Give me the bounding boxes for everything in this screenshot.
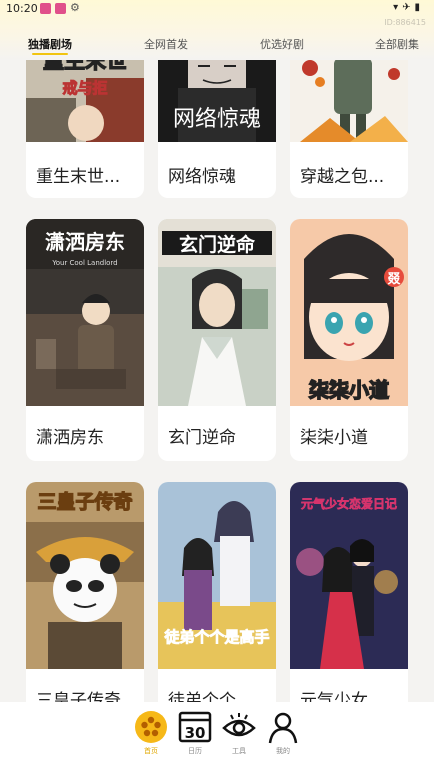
poster-badge: 叕 bbox=[387, 272, 400, 287]
drama-poster: 叕 柒柒小道 bbox=[290, 219, 408, 406]
drama-poster: 玄门逆命 bbox=[158, 219, 276, 406]
settings-icon: ⚙ bbox=[70, 1, 80, 14]
bottom-nav: 首页 30 日历 工具 我的 bbox=[0, 702, 434, 772]
nav-profile[interactable]: 我的 bbox=[259, 710, 307, 756]
drama-card[interactable]: 元气少女恋爱日记 元气少女... bbox=[290, 482, 408, 702]
poster-title: 三皇子传奇 bbox=[37, 490, 132, 513]
status-icons: ▾✈▮ bbox=[393, 2, 424, 13]
nav-tools-label: 工具 bbox=[232, 747, 246, 755]
drama-poster: 元气少女恋爱日记 bbox=[290, 482, 408, 669]
poster-title: 徒弟个个是高手 bbox=[163, 628, 269, 646]
poster-subtitle: 戒与拒 bbox=[62, 79, 107, 97]
drama-title: 元气少女... bbox=[300, 691, 385, 702]
drama-card[interactable]: 三皇子传奇 三皇子传奇 bbox=[26, 482, 144, 702]
poster-title: 潇洒房东 bbox=[45, 230, 125, 254]
drama-title: 玄门逆命 bbox=[168, 428, 236, 448]
tab-all-dramas[interactable]: 全部剧集 bbox=[375, 36, 419, 52]
status-time: 10:20 bbox=[6, 2, 38, 15]
tab-selected-dramas[interactable]: 优选好剧 bbox=[260, 36, 304, 52]
drama-card[interactable]: 潇洒房东 Your Cool Landlord 潇洒房东 bbox=[26, 219, 144, 461]
tab-exclusive-theater[interactable]: 独播剧场 bbox=[28, 36, 72, 55]
nav-calendar-label: 日历 bbox=[188, 747, 202, 755]
poster-subtitle: Your Cool Landlord bbox=[51, 259, 117, 267]
eye-icon bbox=[222, 713, 256, 737]
drama-title: 网络惊魂 bbox=[168, 167, 236, 187]
user-icon bbox=[268, 712, 298, 744]
nav-tools[interactable]: 工具 bbox=[215, 710, 263, 756]
calendar-day: 30 bbox=[185, 724, 206, 742]
drama-card[interactable]: 穿越之包... bbox=[290, 38, 408, 198]
drama-card[interactable]: 玄门逆命 玄门逆命 bbox=[158, 219, 276, 461]
drama-title: 柒柒小道 bbox=[300, 428, 368, 448]
category-tabs: 独播剧场 全网首发 优选好剧 全部剧集 bbox=[0, 36, 434, 55]
user-id-label: ID:886415 bbox=[384, 18, 426, 27]
drama-card[interactable]: 网络惊魂 网络惊魂 bbox=[158, 38, 276, 198]
drama-poster: 徒弟个个是高手 bbox=[158, 482, 276, 669]
drama-card[interactable]: 徒弟个个是高手 徒弟个个... bbox=[158, 482, 276, 702]
drama-poster: 三皇子传奇 bbox=[26, 482, 144, 669]
poster-title: 玄门逆命 bbox=[179, 233, 256, 256]
nav-home[interactable]: 首页 bbox=[127, 710, 175, 756]
tab-network-premiere[interactable]: 全网首发 bbox=[144, 36, 188, 52]
drama-title: 穿越之包... bbox=[300, 167, 385, 187]
status-bar: 10:20 ⚙ ▾✈▮ bbox=[0, 0, 434, 18]
home-flower-icon bbox=[135, 711, 167, 743]
drama-title: 潇洒房东 bbox=[36, 428, 104, 448]
calendar-icon: 30 bbox=[178, 711, 212, 743]
poster-title: 柒柒小道 bbox=[309, 378, 389, 402]
nav-calendar[interactable]: 30 日历 bbox=[171, 710, 219, 756]
drama-card[interactable]: 叕 柒柒小道 柒柒小道 bbox=[290, 219, 408, 461]
notification-app-icon bbox=[55, 3, 66, 14]
poster-title: 网络惊魂 bbox=[173, 107, 261, 132]
poster-title: 元气少女恋爱日记 bbox=[301, 496, 397, 511]
drama-card[interactable]: 重生末世 戒与拒 重生末世... bbox=[26, 38, 144, 198]
drama-poster: 潇洒房东 Your Cool Landlord bbox=[26, 219, 144, 406]
nav-home-label: 首页 bbox=[144, 747, 158, 755]
nav-profile-label: 我的 bbox=[276, 747, 290, 755]
drama-title: 三皇子传奇 bbox=[36, 691, 121, 702]
notification-app-icon bbox=[40, 3, 51, 14]
drama-title: 徒弟个个... bbox=[168, 691, 253, 702]
drama-title: 重生末世... bbox=[36, 167, 121, 187]
drama-grid: 重生末世 戒与拒 重生末世... 网络惊魂 网络惊魂 穿越之包... 潇洒房东 … bbox=[0, 0, 434, 702]
